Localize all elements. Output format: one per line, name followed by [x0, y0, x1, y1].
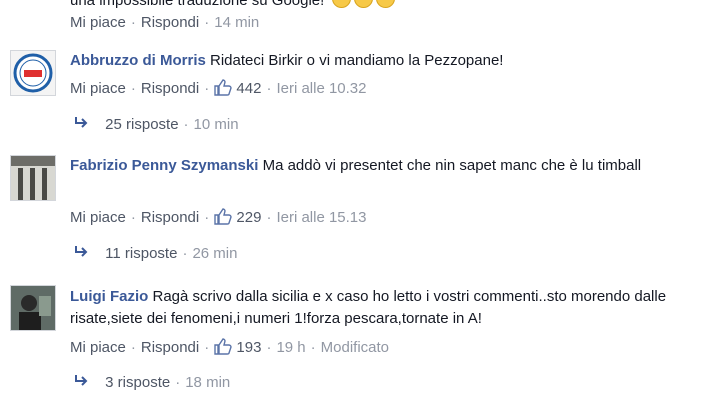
comment-actions: Mi piace · Rispondi · 442 · Ieri alle 10.32 — [70, 79, 367, 97]
timestamp[interactable]: Ieri alle 10.32 — [276, 80, 366, 97]
reply-link[interactable]: Rispondi — [141, 209, 199, 226]
reply-link[interactable]: Rispondi — [141, 339, 199, 356]
reply-arrow-icon — [75, 375, 88, 386]
replies-count[interactable]: 11 risposte — [105, 245, 177, 262]
photo-icon — [11, 156, 55, 200]
author-name[interactable]: Luigi Fazio — [70, 288, 148, 305]
timestamp[interactable]: 14 min — [214, 14, 259, 31]
comment-body: Luigi Fazio Ragà scrivo dalla sicilia e … — [70, 286, 710, 330]
replies-count[interactable]: 25 risposte — [105, 116, 178, 133]
like-count[interactable]: 193 — [214, 338, 262, 356]
like-count-value: 442 — [236, 80, 262, 97]
like-link[interactable]: Mi piace — [70, 209, 126, 226]
comment-actions: Mi piace · Rispondi · 193 · 19 h · Modificato — [70, 338, 390, 356]
replies-time: 18 min — [185, 374, 231, 391]
thumbs-up-icon — [214, 79, 232, 96]
like-link[interactable]: Mi piace — [70, 14, 126, 31]
avatar[interactable] — [10, 50, 56, 96]
previous-comment-text: una impossibile traduzione su Google! — [70, 0, 325, 9]
like-count-value: 193 — [236, 339, 262, 356]
thumbs-up-icon — [214, 208, 232, 225]
reply-link[interactable]: Rispondi — [141, 14, 199, 31]
replies-time: 26 min — [192, 245, 238, 262]
comment-text: Ridateci Birkir o vi mandiamo la Pezzopa… — [210, 52, 504, 69]
photo-icon — [11, 286, 55, 330]
reply-arrow-icon — [75, 246, 88, 257]
timestamp[interactable]: Ieri alle 15.13 — [276, 209, 366, 226]
timestamp[interactable]: 19 h — [276, 339, 305, 356]
logo-icon — [13, 53, 53, 93]
replies-time: 10 min — [193, 116, 239, 133]
like-link[interactable]: Mi piace — [70, 80, 126, 97]
previous-comment: una impossibile traduzione su Google! — [70, 0, 395, 12]
edited-label[interactable]: Modificato — [321, 339, 389, 356]
replies-count[interactable]: 3 risposte — [105, 374, 170, 391]
like-count[interactable]: 229 — [214, 208, 262, 226]
previous-comment-actions: Mi piace · Rispondi · 14 min — [70, 14, 260, 31]
replies-link[interactable]: 25 risposte · 10 min — [73, 116, 239, 133]
replies-link[interactable]: 3 risposte · 18 min — [73, 374, 230, 391]
comment-body: Fabrizio Penny Szymanski Ma addò vi pres… — [70, 155, 710, 177]
comment-actions: Mi piace · Rispondi · 229 · Ieri alle 15.13 — [70, 208, 367, 226]
comment-text: Ragà scrivo dalla sicilia e x caso ho le… — [70, 288, 667, 327]
thumbs-up-icon — [214, 338, 232, 355]
reply-link[interactable]: Rispondi — [141, 80, 199, 97]
comment-body: Abbruzzo di Morris Ridateci Birkir o vi … — [70, 50, 710, 72]
emoji-icon — [375, 0, 395, 8]
emoji-icon — [331, 0, 351, 8]
author-name[interactable]: Abbruzzo di Morris — [70, 52, 206, 69]
avatar[interactable] — [10, 155, 56, 201]
reply-arrow-icon — [75, 117, 88, 128]
replies-link[interactable]: 11 risposte · 26 min — [73, 245, 237, 262]
comment-text: Ma addò vi presentet che nin sapet manc … — [262, 157, 642, 174]
like-count-value: 229 — [236, 209, 262, 226]
author-name[interactable]: Fabrizio Penny Szymanski — [70, 157, 258, 174]
like-count[interactable]: 442 — [214, 79, 262, 97]
like-link[interactable]: Mi piace — [70, 339, 126, 356]
avatar[interactable] — [10, 285, 56, 331]
emoji-icon — [353, 0, 373, 8]
